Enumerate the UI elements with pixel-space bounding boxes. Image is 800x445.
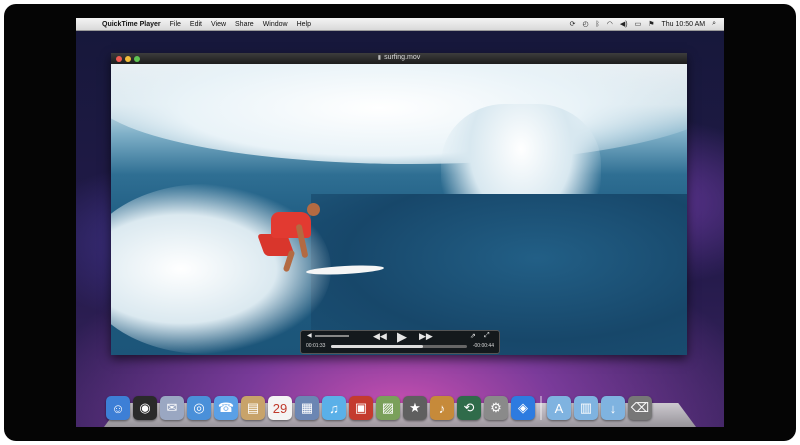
address-book-icon: ▤ <box>246 400 260 415</box>
bluetooth-icon[interactable]: ᛒ <box>596 21 600 28</box>
dock-item-imovie[interactable]: ★ <box>403 396 427 420</box>
elapsed-time: 00:01:33 <box>306 343 326 349</box>
menu-clock[interactable]: Thu 10:50 AM <box>661 21 705 28</box>
volume-slider[interactable] <box>315 335 349 337</box>
status-area: ⟳ ◴ ᛒ ◠ ◀) ▭ ⚑ Thu 10:50 AM ⌕ <box>570 18 716 30</box>
window-titlebar[interactable]: ▮ surfing.mov <box>111 53 687 64</box>
preview-icon: ▦ <box>300 400 314 415</box>
dock-item-applications-folder[interactable]: A <box>547 396 571 420</box>
mail-icon: ✉ <box>166 400 178 415</box>
spotlight-icon[interactable]: ⌕ <box>712 20 716 28</box>
garageband-icon: ♪ <box>438 400 446 416</box>
dock-item-preview[interactable]: ▦ <box>295 396 319 420</box>
wifi-icon[interactable]: ◠ <box>607 20 613 28</box>
surfer-shirt <box>271 212 311 238</box>
safari-icon: ◎ <box>193 400 205 415</box>
volume-low-icon: ◀ <box>307 333 312 339</box>
dock-item-itunes[interactable]: ♫ <box>322 396 346 420</box>
dock-item-address-book[interactable]: ▤ <box>241 396 265 420</box>
dock-item-time-machine[interactable]: ⟲ <box>457 396 481 420</box>
dock-item-app-store[interactable]: ◈ <box>511 396 535 420</box>
ical-icon: 29 <box>272 400 288 416</box>
photo-booth-icon: ▣ <box>354 400 368 415</box>
video-frame[interactable]: ◀ ◀◀ ▶ ▶▶ ⇗ ⤢ 00:01:33 -00:00:44 <box>111 64 687 355</box>
movie-file-icon: ▮ <box>377 55 382 61</box>
app-menu[interactable]: QuickTime Player <box>102 21 161 28</box>
menu-share[interactable]: Share <box>235 21 254 28</box>
volume-icon[interactable]: ◀) <box>620 20 628 28</box>
window-title: ▮ surfing.mov <box>111 54 687 61</box>
play-button[interactable]: ▶ <box>397 329 407 345</box>
dock-item-garageband[interactable]: ♪ <box>430 396 454 420</box>
downloads-folder-icon: ↓ <box>609 400 617 416</box>
finder-icon: ☺ <box>111 400 125 416</box>
iphoto-icon: ▨ <box>381 400 395 415</box>
timeline-scrubber[interactable] <box>331 345 467 348</box>
dock-item-dashboard[interactable]: ◉ <box>133 396 157 420</box>
remaining-time: -00:00:44 <box>472 343 494 349</box>
menu-view[interactable]: View <box>211 21 226 28</box>
desktop-screen: QuickTime Player File Edit View Share Wi… <box>76 18 724 427</box>
quicktime-player-window: ▮ surfing.mov ◀ ◀◀ ▶ ▶▶ ⇗ ⤢ 00:01:33 -00… <box>111 53 687 355</box>
menu-bar: QuickTime Player File Edit View Share Wi… <box>76 18 724 31</box>
imovie-icon: ★ <box>409 400 421 415</box>
battery-icon[interactable]: ▭ <box>635 20 642 28</box>
sync-icon[interactable]: ⟳ <box>570 20 576 28</box>
fast-forward-button[interactable]: ▶▶ <box>419 331 433 342</box>
menu-file[interactable]: File <box>170 21 181 28</box>
menu-window[interactable]: Window <box>263 21 288 28</box>
timemachine-icon[interactable]: ◴ <box>582 20 588 28</box>
menu-edit[interactable]: Edit <box>190 21 202 28</box>
wave-foam <box>111 184 331 354</box>
fullscreen-button[interactable]: ⤢ <box>484 332 490 340</box>
dock-separator <box>540 396 542 420</box>
applications-folder-icon: A <box>554 400 564 416</box>
dashboard-icon: ◉ <box>139 400 151 415</box>
dock-item-system-preferences[interactable]: ⚙ <box>484 396 508 420</box>
dock: ☺ ◉ ✉ ◎ ☎ ▤ 29 ▦ ♫ ▣ ▨ ★ ♪ ⟲ ⚙ ◈ A ▥ ↓ ⌫ <box>106 390 694 420</box>
menu-help[interactable]: Help <box>297 21 311 28</box>
dock-item-ichat[interactable]: ☎ <box>214 396 238 420</box>
dock-item-downloads-folder[interactable]: ↓ <box>601 396 625 420</box>
dock-item-iphoto[interactable]: ▨ <box>376 396 400 420</box>
dock-item-finder[interactable]: ☺ <box>106 396 130 420</box>
time-machine-icon: ⟲ <box>463 400 475 415</box>
dock-item-mail[interactable]: ✉ <box>160 396 184 420</box>
window-title-text: surfing.mov <box>384 54 421 61</box>
flag-icon[interactable]: ⚑ <box>648 20 654 28</box>
timeline-progress <box>331 345 424 348</box>
trash-icon: ⌫ <box>630 400 650 415</box>
dock-item-photo-booth[interactable]: ▣ <box>349 396 373 420</box>
app-store-icon: ◈ <box>518 400 528 415</box>
dock-item-ical[interactable]: 29 <box>268 396 292 420</box>
system-preferences-icon: ⚙ <box>490 400 502 415</box>
itunes-icon: ♫ <box>329 400 339 416</box>
dock-item-documents-folder[interactable]: ▥ <box>574 396 598 420</box>
rewind-button[interactable]: ◀◀ <box>373 331 387 342</box>
dock-item-trash[interactable]: ⌫ <box>628 396 652 420</box>
documents-folder-icon: ▥ <box>579 400 593 415</box>
surfer-head <box>307 203 320 216</box>
ichat-icon: ☎ <box>217 400 235 415</box>
playback-controls: ◀ ◀◀ ▶ ▶▶ ⇗ ⤢ 00:01:33 -00:00:44 <box>300 329 500 354</box>
wave-crest-top <box>111 64 687 164</box>
dock-item-safari[interactable]: ◎ <box>187 396 211 420</box>
share-button[interactable]: ⇗ <box>470 332 476 340</box>
